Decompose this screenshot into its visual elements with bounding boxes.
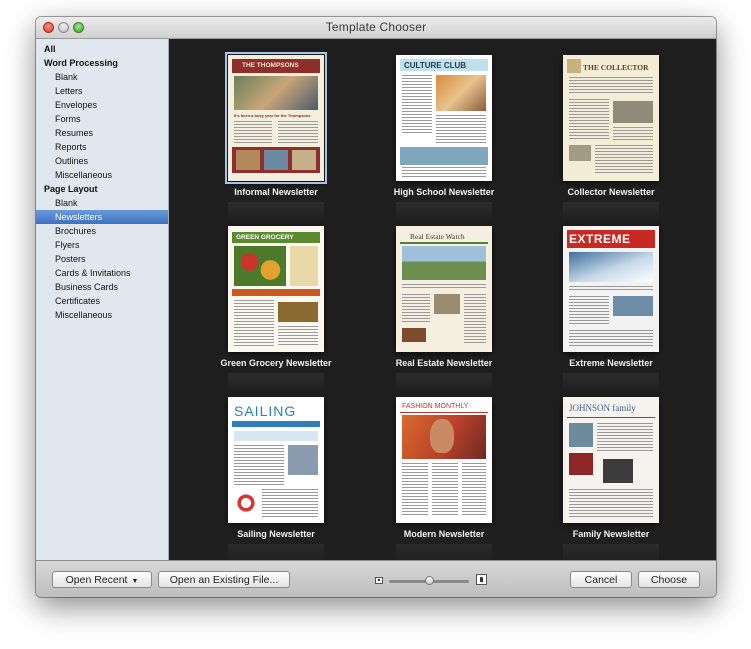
- template-thumbnail: Real Estate Watch: [396, 226, 492, 352]
- template-chooser-window: Template Chooser All Word Processing Bla…: [36, 17, 716, 597]
- template-collector-newsletter[interactable]: THE COLLECTOR Collector Newsletter: [536, 55, 686, 225]
- template-thumbnail: THE COLLECTOR: [563, 55, 659, 181]
- cancel-button[interactable]: Cancel: [570, 571, 632, 588]
- open-recent-button[interactable]: Open Recent ▼: [52, 571, 152, 588]
- template-label: Sailing Newsletter: [237, 529, 315, 539]
- thumb-headline: FASHION MONTHLY: [402, 403, 469, 410]
- template-real-estate-newsletter[interactable]: Real Estate Watch Real Estate Newsletter: [369, 226, 519, 396]
- thumb-headline: SAILING: [234, 403, 297, 419]
- thumb-headline: THE COLLECTOR: [583, 63, 649, 72]
- sidebar-item-word-processing[interactable]: Word Processing: [36, 56, 168, 70]
- zoom-in-icon[interactable]: [476, 574, 487, 585]
- bottom-toolbar: Open Recent ▼ Open an Existing File... Ca…: [36, 560, 716, 597]
- sidebar-item-newsletters[interactable]: Newsletters: [36, 210, 168, 224]
- choose-button[interactable]: Choose: [638, 571, 700, 588]
- category-sidebar: All Word Processing Blank Letters Envelo…: [36, 39, 169, 560]
- template-extreme-newsletter[interactable]: EXTREME Extreme Newsletter: [536, 226, 686, 396]
- template-label: Real Estate Newsletter: [395, 358, 493, 368]
- sidebar-item-page-layout[interactable]: Page Layout: [36, 182, 168, 196]
- sidebar-item-envelopes[interactable]: Envelopes: [36, 98, 168, 112]
- sidebar-item-business-cards[interactable]: Business Cards: [36, 280, 168, 294]
- sidebar-item-posters[interactable]: Posters: [36, 252, 168, 266]
- template-thumbnail: THE THOMPSONS It's been a busy year for …: [225, 52, 327, 184]
- open-recent-label: Open Recent: [65, 574, 128, 586]
- template-thumbnail: JOHNSON family: [563, 397, 659, 523]
- template-thumbnail: GREEN GROCERY: [228, 226, 324, 352]
- template-grid: THE THOMPSONS It's been a busy year for …: [169, 39, 716, 564]
- template-label: Informal Newsletter: [234, 187, 318, 197]
- open-existing-file-button[interactable]: Open an Existing File...: [158, 571, 290, 588]
- sidebar-item-certificates[interactable]: Certificates: [36, 294, 168, 308]
- template-label: High School Newsletter: [393, 187, 495, 197]
- template-thumbnail: SAILING: [228, 397, 324, 523]
- thumb-headline: Real Estate Watch: [410, 232, 465, 241]
- sidebar-item-pl-blank[interactable]: Blank: [36, 196, 168, 210]
- sidebar-item-forms[interactable]: Forms: [36, 112, 168, 126]
- sidebar-item-wp-miscellaneous[interactable]: Miscellaneous: [36, 168, 168, 182]
- sidebar-item-wp-blank[interactable]: Blank: [36, 70, 168, 84]
- thumb-headline: THE THOMPSONS: [242, 62, 299, 69]
- sidebar-item-outlines[interactable]: Outlines: [36, 154, 168, 168]
- template-family-newsletter[interactable]: JOHNSON family Family Newsletter: [536, 397, 686, 567]
- template-informal-newsletter[interactable]: THE THOMPSONS It's been a busy year for …: [201, 52, 351, 225]
- template-green-grocery-newsletter[interactable]: GREEN GROCERY Green Grocery Newsletter: [201, 226, 351, 396]
- template-label: Collector Newsletter: [567, 187, 655, 197]
- sidebar-item-cards-invitations[interactable]: Cards & Invitations: [36, 266, 168, 280]
- template-label: Extreme Newsletter: [569, 358, 653, 368]
- template-thumbnail: FASHION MONTHLY: [396, 397, 492, 523]
- sidebar-item-letters[interactable]: Letters: [36, 84, 168, 98]
- template-sailing-newsletter[interactable]: SAILING Sailing Newsletter: [201, 397, 351, 567]
- title-bar[interactable]: Template Chooser: [36, 17, 716, 39]
- thumb-headline: GREEN GROCERY: [236, 234, 294, 241]
- sidebar-item-resumes[interactable]: Resumes: [36, 126, 168, 140]
- template-thumbnail: EXTREME: [563, 226, 659, 352]
- sidebar-item-pl-miscellaneous[interactable]: Miscellaneous: [36, 308, 168, 322]
- thumb-headline: JOHNSON family: [569, 403, 636, 413]
- template-label: Modern Newsletter: [403, 529, 485, 539]
- sidebar-item-brochures[interactable]: Brochures: [36, 224, 168, 238]
- template-thumbnail: CULTURE CLUB: [396, 55, 492, 181]
- sidebar-item-reports[interactable]: Reports: [36, 140, 168, 154]
- sidebar-item-flyers[interactable]: Flyers: [36, 238, 168, 252]
- thumb-headline: EXTREME: [569, 232, 631, 246]
- template-label: Green Grocery Newsletter: [220, 358, 332, 368]
- sidebar-item-all[interactable]: All: [36, 42, 168, 56]
- zoom-out-icon[interactable]: [375, 577, 383, 584]
- window-title: Template Chooser: [325, 20, 427, 34]
- dropdown-arrow-icon: ▼: [131, 578, 139, 585]
- zoom-slider-knob[interactable]: [424, 576, 434, 585]
- template-label: Family Newsletter: [572, 529, 650, 539]
- template-high-school-newsletter[interactable]: CULTURE CLUB High School Newsletter: [369, 55, 519, 225]
- thumb-caption: It's been a busy year for the Thompsons: [234, 113, 311, 118]
- thumb-headline: CULTURE CLUB: [404, 61, 467, 70]
- template-modern-newsletter[interactable]: FASHION MONTHLY Modern Newsletter: [369, 397, 519, 567]
